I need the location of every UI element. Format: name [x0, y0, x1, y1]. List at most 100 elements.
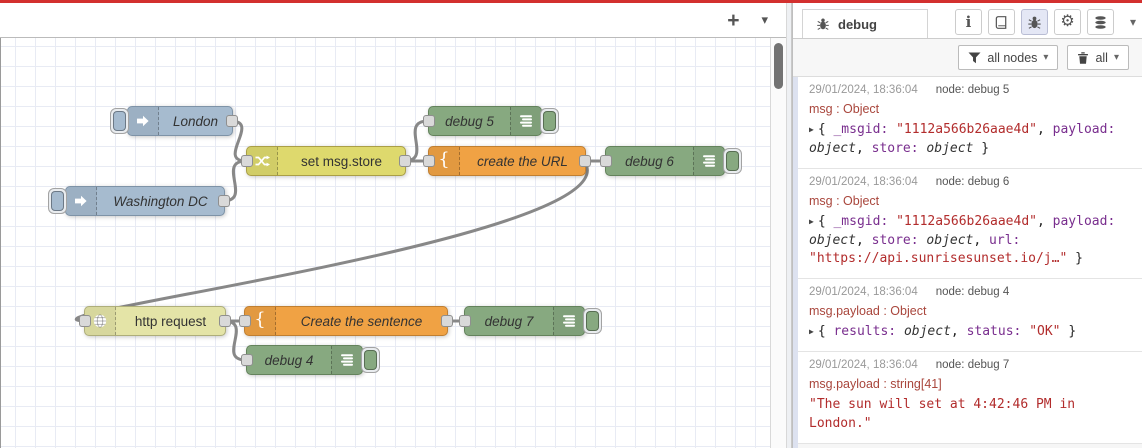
sidebar-menu-caret-icon[interactable]: ▾: [1130, 15, 1136, 29]
json-token: {: [817, 213, 834, 229]
json-token: ,: [1037, 122, 1053, 137]
debug-toggle-button[interactable]: [583, 308, 602, 334]
debug-icon: [553, 307, 584, 335]
node-label: debug 4: [264, 352, 314, 368]
flow-node-debug-7[interactable]: debug 7: [459, 306, 602, 336]
canvas-scrollbar[interactable]: [770, 38, 786, 448]
message-property: msg.payload : string[41]: [809, 377, 942, 392]
flow-node-http-request[interactable]: http request: [79, 306, 231, 336]
output-port[interactable]: [579, 155, 591, 167]
tab-debug-label: debug: [838, 16, 877, 32]
json-token: ,: [1037, 213, 1053, 229]
output-port[interactable]: [226, 115, 238, 127]
wire-layer: [74, 119, 607, 362]
input-port[interactable]: [241, 354, 253, 366]
filter-nodes-button[interactable]: all nodes ▾: [958, 45, 1059, 70]
input-port[interactable]: [459, 315, 471, 327]
input-port[interactable]: [239, 315, 251, 327]
clear-messages-label: all: [1095, 50, 1108, 65]
info-icon[interactable]: i: [955, 9, 982, 35]
input-port[interactable]: [423, 155, 435, 167]
json-token: _msgid:: [833, 213, 889, 229]
message-json[interactable]: ▶{ _msgid: "1112a566b26aae4d", payload: …: [809, 213, 1133, 270]
inject-button[interactable]: [110, 108, 129, 134]
message-json[interactable]: ▶{ results: object, status: "OK" }: [809, 323, 1133, 342]
message-source-node: node: debug 4: [935, 286, 1010, 299]
input-port[interactable]: [600, 155, 612, 167]
json-token: }: [1060, 324, 1077, 340]
message-meta: 29/01/2024, 18:36:04 node: debug 6: [809, 176, 1133, 188]
json-token: ,: [973, 232, 990, 248]
flow-node-create-the-url[interactable]: {create the URL: [423, 146, 591, 176]
json-token: store:: [871, 232, 919, 248]
tab-debug[interactable]: debug: [802, 9, 928, 38]
json-token: "The sun will set at 4:42:46 PM in Londo…: [809, 397, 1076, 431]
node-label: Washington DC: [113, 193, 208, 209]
output-port[interactable]: [219, 315, 231, 327]
json-token: store:: [871, 140, 919, 156]
message-json[interactable]: "The sun will set at 4:42:46 PM in Londo…: [809, 396, 1133, 434]
flow-node-london[interactable]: London: [110, 106, 238, 136]
json-token: ,: [855, 140, 872, 156]
flow-list-dropdown-icon[interactable]: ▾: [759, 12, 770, 28]
node-label: set msg.store: [300, 153, 383, 169]
debug-toggle-button[interactable]: [361, 347, 380, 373]
database-icon[interactable]: [1087, 9, 1114, 35]
wire-create-the-url-to-http-request[interactable]: [74, 159, 589, 323]
message-source-node: node: debug 5: [935, 84, 1010, 96]
debug-icon: [331, 346, 362, 374]
json-token: ,: [950, 324, 967, 340]
json-token: "OK": [1029, 324, 1061, 340]
flow-node-set-msg-store[interactable]: set msg.store: [241, 146, 411, 176]
json-token: payload:: [1052, 213, 1116, 229]
node-label: debug 7: [484, 313, 534, 329]
message-timestamp: 29/01/2024, 18:36:04: [809, 359, 918, 372]
debug-toggle-button[interactable]: [540, 108, 559, 134]
inject-icon: [128, 107, 159, 135]
node-label: http request: [134, 313, 207, 329]
flow-node-debug-5[interactable]: debug 5: [423, 106, 559, 136]
debug-message: 29/01/2024, 18:36:04 node: debug 4 msg.pay…: [798, 279, 1142, 353]
json-token: {: [817, 324, 834, 340]
output-port[interactable]: [399, 155, 411, 167]
expand-toggle-icon[interactable]: ▶: [809, 327, 814, 336]
clear-caret-icon: ▾: [1113, 52, 1119, 63]
debug-message: 29/01/2024, 18:36:04 node: debug 6 msg : O…: [798, 168, 1142, 280]
book-icon[interactable]: [988, 9, 1015, 35]
inject-button[interactable]: [48, 188, 67, 214]
message-json[interactable]: ▶{ _msgid: "1112a566b26aae4d", payload: …: [809, 121, 1133, 159]
input-port[interactable]: [241, 155, 253, 167]
node-label: create the URL: [477, 153, 568, 169]
json-token: "1112a566b26aae4d": [896, 213, 1037, 229]
message-meta: 29/01/2024, 18:36:04 node: debug 5: [809, 84, 1133, 96]
gear-icon[interactable]: ⚙: [1054, 9, 1081, 35]
json-token: object: [903, 324, 951, 340]
json-token: status:: [966, 324, 1022, 340]
debug-toggle-button[interactable]: [723, 148, 742, 174]
input-port[interactable]: [423, 115, 435, 127]
clear-messages-button[interactable]: all ▾: [1067, 45, 1129, 70]
expand-toggle-icon[interactable]: ▶: [809, 217, 814, 226]
add-flow-button[interactable]: +: [725, 10, 741, 31]
expand-toggle-icon[interactable]: ▶: [809, 125, 814, 134]
flow-canvas[interactable]: London Washington DC set msg.store {create …: [0, 38, 770, 448]
message-property: msg : Object: [809, 102, 880, 116]
flow-node-create-the-sentence[interactable]: {Create the sentence: [239, 306, 453, 336]
flow-node-debug-6[interactable]: debug 6: [600, 146, 742, 176]
debug-message-list: 29/01/2024, 18:36:04 node: debug 5 msg : O…: [793, 77, 1142, 448]
json-token: object: [809, 140, 856, 156]
flow-node-debug-4[interactable]: debug 4: [241, 345, 380, 375]
json-token: }: [1067, 251, 1083, 267]
json-token: "1112a566b26aae4d": [896, 122, 1037, 137]
output-port[interactable]: [441, 315, 453, 327]
scrollbar-thumb[interactable]: [774, 43, 783, 89]
flow-node-washington-dc[interactable]: Washington DC: [48, 186, 230, 216]
debug-icon: [693, 147, 724, 175]
json-token: url:: [989, 232, 1021, 248]
bug-icon[interactable]: [1021, 9, 1048, 35]
json-token: }: [973, 140, 990, 156]
output-port[interactable]: [218, 195, 230, 207]
input-port[interactable]: [79, 315, 91, 327]
